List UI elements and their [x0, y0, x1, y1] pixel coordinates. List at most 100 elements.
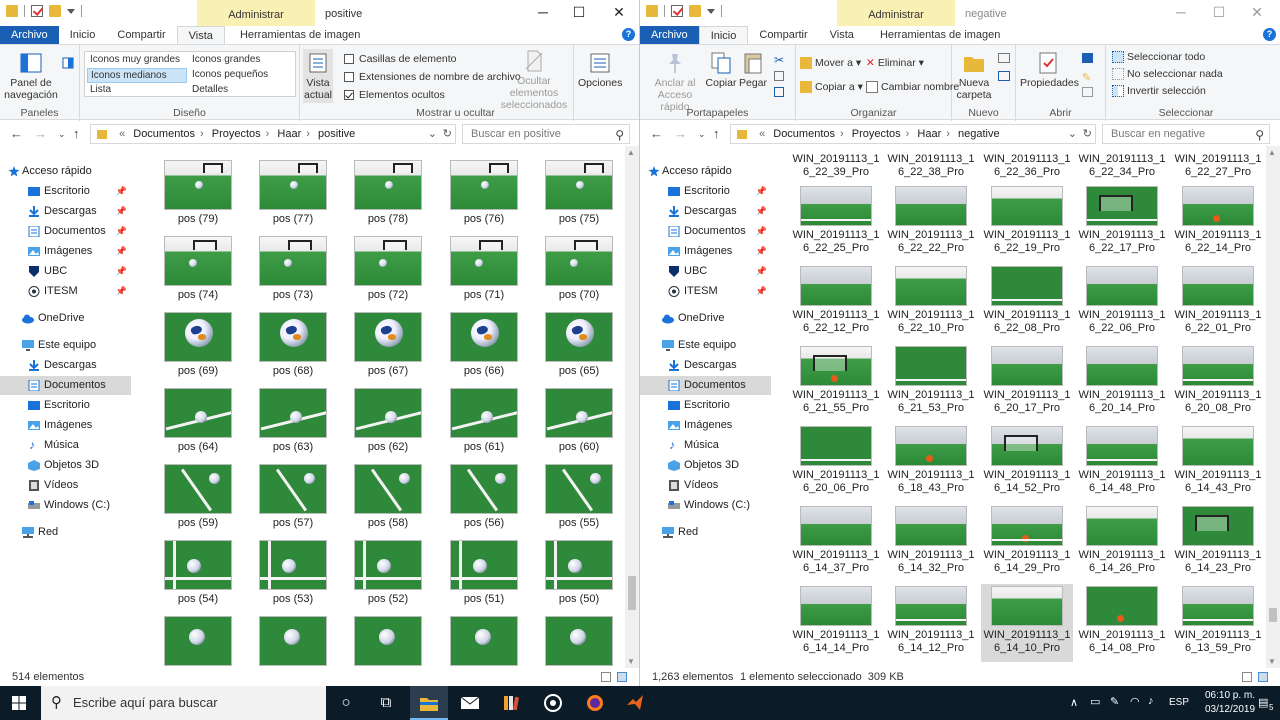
nav-quick-imagenes[interactable]: Imágenes 📌 [0, 242, 131, 261]
clock-time[interactable]: 06:10 p. m. [1200, 690, 1260, 701]
file-item[interactable]: pos (78) [342, 160, 434, 226]
address-bar[interactable]: « Documentos › Proyectos › Haar › negative … [730, 124, 1096, 144]
file-item[interactable]: pos (55) [533, 464, 625, 530]
task-view-icon[interactable]: ⧉ [376, 693, 396, 713]
breadcrumb-overflow[interactable]: « [759, 128, 765, 140]
options-button[interactable]: Opciones [578, 51, 622, 89]
nav-network[interactable]: Red [0, 523, 131, 542]
new-item-icon[interactable] [998, 53, 1010, 63]
file-item[interactable] [152, 616, 244, 668]
invert-selection-button[interactable]: Invertir selección [1112, 85, 1206, 98]
nav-quick-descargas[interactable]: Descargas 📌 [640, 202, 771, 221]
tray-chevron-up-icon[interactable]: ∧ [1070, 696, 1078, 709]
pin-icon[interactable]: 📌 [756, 262, 767, 281]
breadcrumb-negative[interactable]: negative [958, 128, 1000, 140]
tab-compartir[interactable]: Compartir [106, 26, 176, 44]
copy-to-button[interactable]: Copiar a ▾ [800, 81, 863, 94]
file-item[interactable]: pos (58) [342, 464, 434, 530]
file-item[interactable]: pos (53) [247, 540, 339, 606]
nav-onedrive[interactable]: OneDrive [640, 309, 771, 328]
file-item[interactable]: WIN_20191113_1 6_14_23_Pro [1172, 504, 1264, 582]
file-item[interactable]: pos (62) [342, 388, 434, 454]
pin-icon[interactable]: 📌 [116, 282, 127, 301]
tab-inicio[interactable]: Inicio [698, 26, 749, 44]
file-item[interactable]: pos (66) [438, 312, 530, 378]
nav-pc-windows-c[interactable]: Windows (C:) [0, 496, 131, 515]
select-all-button[interactable]: Seleccionar todo [1112, 51, 1205, 64]
file-item[interactable]: WIN_20191113_1 6_20_06_Pro [790, 424, 882, 502]
nav-pc-descargas[interactable]: Descargas [0, 356, 131, 375]
pin-icon[interactable]: 📌 [756, 182, 767, 201]
file-item[interactable]: WIN_20191113_1 6_22_10_Pro [885, 264, 977, 342]
file-item[interactable]: WIN_20191113_1 6_22_34_Pro [1076, 150, 1168, 179]
file-item[interactable]: pos (64) [152, 388, 244, 454]
nav-pc-escritorio[interactable]: Escritorio [0, 396, 131, 415]
current-view-button[interactable]: Vista actual [303, 49, 333, 103]
file-item[interactable]: WIN_20191113_1 6_22_25_Pro [790, 184, 882, 262]
nav-this-pc[interactable]: Este equipo [640, 336, 771, 355]
file-item[interactable]: WIN_20191113_1 6_22_36_Pro [981, 150, 1073, 179]
file-item[interactable]: WIN_20191113_1 6_14_14_Pro [790, 584, 882, 662]
file-item[interactable]: pos (70) [533, 236, 625, 302]
nav-pc-objetos-3d[interactable]: Objetos 3D [0, 456, 131, 475]
pin-icon[interactable]: 📌 [756, 242, 767, 261]
hidden-items-toggle[interactable]: Elementos ocultos [344, 89, 445, 101]
nav-quick-access[interactable]: Acceso rápido [0, 162, 131, 181]
file-item[interactable]: WIN_20191113_1 6_22_17_Pro [1076, 184, 1168, 262]
file-item[interactable]: pos (73) [247, 236, 339, 302]
chevron-down-icon[interactable] [707, 8, 715, 14]
edit-pencil-icon[interactable]: ✎ [1082, 71, 1091, 84]
file-item[interactable]: WIN_20191113_1 6_22_19_Pro [981, 184, 1073, 262]
file-item[interactable]: pos (79) [152, 160, 244, 226]
notifications-icon[interactable]: ▤ [1258, 696, 1268, 709]
file-item[interactable]: WIN_20191113_1 6_20_08_Pro [1172, 344, 1264, 422]
nav-quick-access[interactable]: Acceso rápido [640, 162, 771, 181]
nav-quick-documentos[interactable]: Documentos 📌 [640, 222, 771, 241]
close-button[interactable]: ✕ [596, 4, 639, 21]
nav-pc-objetos-3d[interactable]: Objetos 3D [640, 456, 771, 475]
pin-icon[interactable]: 📌 [116, 182, 127, 201]
file-item[interactable]: WIN_20191113_1 6_22_38_Pro [885, 150, 977, 179]
file-item[interactable]: WIN_20191113_1 6_22_06_Pro [1076, 264, 1168, 342]
forward-arrow-icon[interactable]: → [34, 126, 47, 141]
preview-pane-icon[interactable] [62, 57, 74, 69]
recent-locations-chevron-icon[interactable]: ⌄ [58, 129, 66, 140]
file-item[interactable]: pos (74) [152, 236, 244, 302]
forward-arrow-icon[interactable]: → [674, 126, 687, 141]
scroll-thumb[interactable] [1269, 608, 1277, 622]
details-view-icon[interactable] [601, 672, 611, 682]
input-language[interactable]: ESP [1169, 697, 1189, 708]
pin-icon[interactable]: 📌 [756, 222, 767, 241]
nav-quick-documentos[interactable]: Documentos 📌 [0, 222, 131, 241]
scroll-up-icon[interactable]: ▲ [627, 148, 635, 157]
nav-pc-musica[interactable]: ♪ Música [640, 436, 771, 455]
layout-list[interactable]: Lista [87, 83, 187, 98]
recent-locations-chevron-icon[interactable]: ⌄ [698, 129, 706, 140]
media-disc-icon[interactable] [543, 693, 563, 713]
matlab-icon[interactable] [625, 693, 645, 713]
new-folder-icon[interactable] [49, 5, 61, 17]
library-books-icon[interactable] [502, 693, 522, 713]
item-checkboxes-toggle[interactable]: Casillas de elemento [344, 53, 456, 65]
file-item[interactable]: WIN_20191113_1 6_14_43_Pro [1172, 424, 1264, 502]
scissors-icon[interactable]: ✂ [774, 53, 784, 67]
file-item[interactable] [533, 616, 625, 668]
properties-check-icon[interactable] [31, 5, 43, 17]
help-icon[interactable]: ? [1263, 28, 1276, 41]
file-item[interactable]: pos (71) [438, 236, 530, 302]
nav-pc-musica[interactable]: ♪ Música [0, 436, 131, 455]
pen-icon[interactable]: ✎ [1110, 695, 1119, 708]
up-arrow-icon[interactable]: ↑ [713, 126, 720, 141]
nav-this-pc[interactable]: Este equipo [0, 336, 131, 355]
file-item[interactable]: WIN_20191113_1 6_20_17_Pro [981, 344, 1073, 422]
file-item[interactable]: pos (75) [533, 160, 625, 226]
file-item[interactable]: pos (51) [438, 540, 530, 606]
refresh-icon[interactable]: ↻ [443, 125, 452, 143]
layout-medium-icons[interactable]: Iconos medianos [87, 68, 187, 83]
file-item[interactable]: WIN_20191113_1 6_18_43_Pro [885, 424, 977, 502]
pin-icon[interactable]: 📌 [116, 202, 127, 221]
back-arrow-icon[interactable]: ← [650, 126, 663, 141]
tab-archivo[interactable]: Archivo [640, 26, 699, 44]
file-item[interactable]: WIN_20191113_1 6_14_08_Pro [1076, 584, 1168, 662]
rename-button[interactable]: Cambiar nombre [866, 81, 959, 94]
